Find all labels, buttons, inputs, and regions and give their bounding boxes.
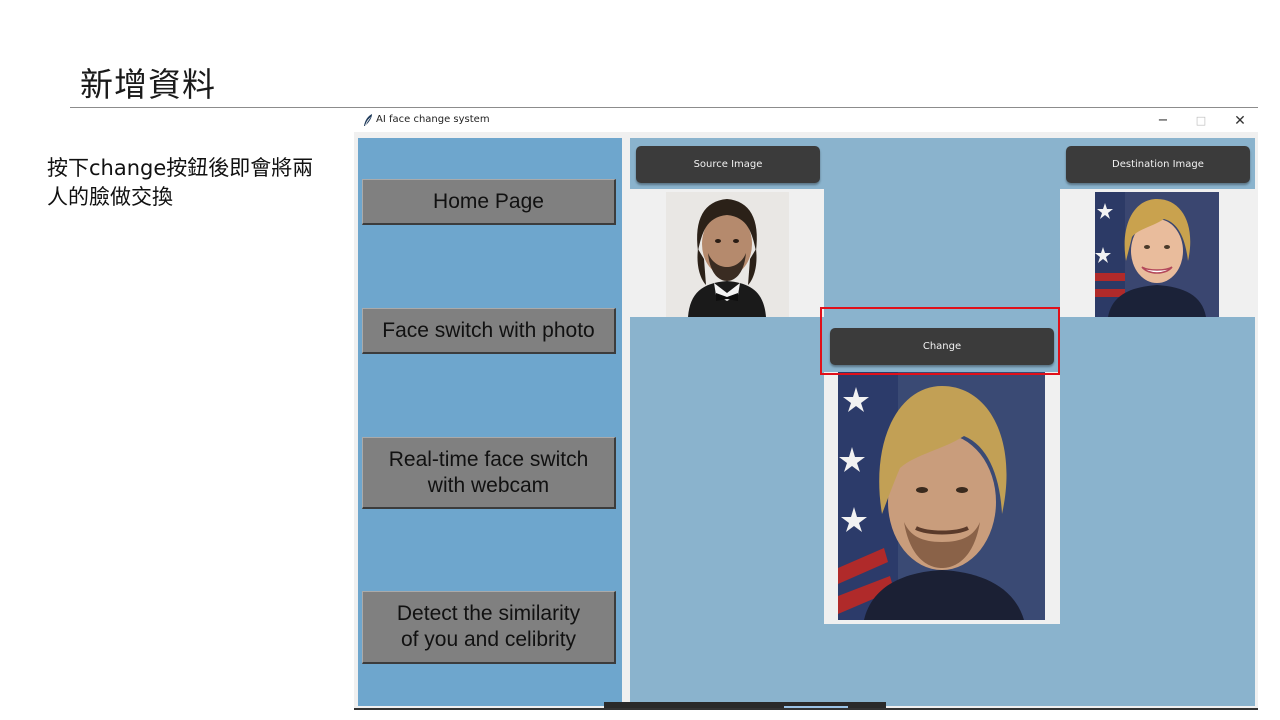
- destination-image-frame: [1060, 189, 1255, 317]
- destination-portrait-image: [1095, 192, 1219, 317]
- face-switch-photo-button[interactable]: Face switch with photo: [362, 308, 616, 354]
- sidebar: Home Page Face switch with photo Real-ti…: [358, 138, 622, 706]
- window-title: AI face change system: [376, 114, 490, 125]
- maximize-button[interactable]: □: [1186, 112, 1216, 130]
- source-portrait-image: [666, 192, 789, 317]
- source-image-button[interactable]: Source Image: [636, 146, 820, 183]
- source-image-frame: [630, 189, 824, 317]
- main-panel: Source Image Destination Image Change: [630, 138, 1255, 706]
- realtime-webcam-button[interactable]: Real-time face switch with webcam: [362, 437, 616, 509]
- slide-description: 按下change按鈕後即會將兩人的臉做交換: [47, 156, 314, 209]
- destination-image-button[interactable]: Destination Image: [1066, 146, 1250, 183]
- close-button[interactable]: ✕: [1225, 112, 1255, 130]
- slide-title: 新增資料: [80, 65, 216, 104]
- app-window: AI face change system − □ ✕ Home Page Fa…: [354, 110, 1258, 710]
- title-divider: [70, 107, 1258, 108]
- change-button[interactable]: Change: [830, 328, 1054, 365]
- result-portrait-image: [838, 372, 1045, 620]
- detect-similarity-button[interactable]: Detect the similarity of you and celibri…: [362, 591, 616, 664]
- minimize-button[interactable]: −: [1148, 112, 1178, 130]
- result-image-frame: [824, 372, 1060, 624]
- window-bottom-edge: [354, 708, 1258, 710]
- window-titlebar[interactable]: AI face change system − □ ✕: [354, 110, 1258, 132]
- home-page-button[interactable]: Home Page: [362, 179, 616, 225]
- feather-icon: [364, 114, 372, 126]
